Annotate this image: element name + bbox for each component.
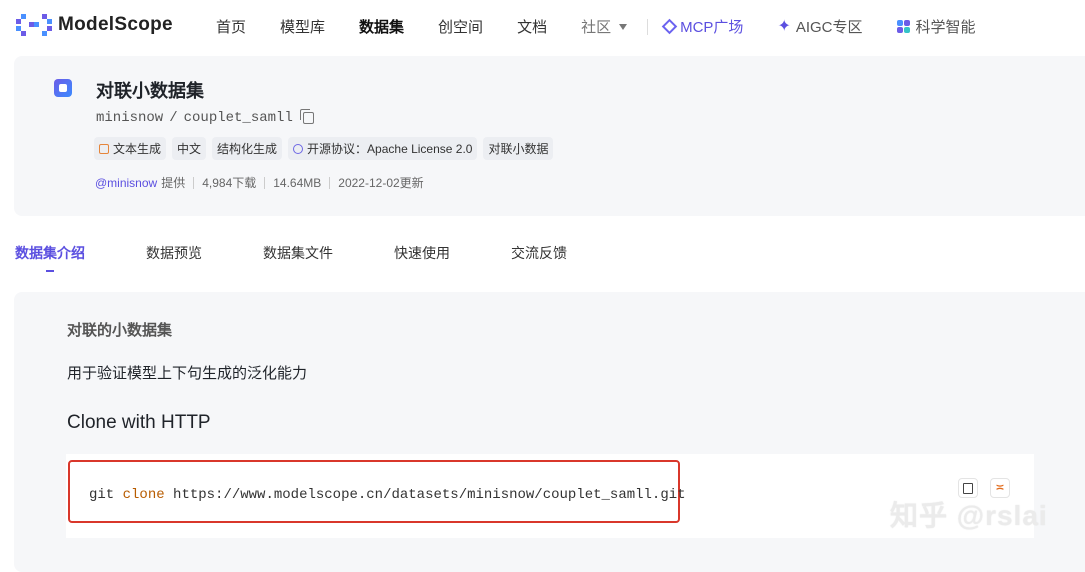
tab-preview[interactable]: 数据预览 <box>146 243 202 263</box>
readme-heading: 对联的小数据集 <box>67 322 173 339</box>
code-url: https://www.modelscope.cn/datasets/minis… <box>173 487 686 503</box>
tab-introduction[interactable]: 数据集介绍 <box>15 243 85 272</box>
clone-heading: Clone with HTTP <box>67 412 211 433</box>
meta-divider <box>264 176 266 189</box>
code-cmd: git <box>89 487 115 503</box>
author-link[interactable]: @minisnow <box>95 176 157 190</box>
tag-structured-generation[interactable]: 结构化生成 <box>212 137 283 160</box>
code-keyword: clone <box>122 487 165 503</box>
tag-label: 开源协议：Apache License 2.0 <box>307 142 473 156</box>
nav-item-mcp[interactable]: MCP广场 <box>661 16 744 37</box>
nav-item-science[interactable]: 科学智能 <box>896 16 976 37</box>
nav-community-label: 社区 <box>581 19 612 36</box>
watermark: 知乎 @rslai <box>890 500 1048 531</box>
meta-divider <box>193 176 195 189</box>
nav-divider <box>647 18 649 35</box>
code-block: git clone https://www.modelscope.cn/data… <box>66 454 1034 538</box>
tab-feedback[interactable]: 交流反馈 <box>511 243 567 263</box>
brand-name: ModelScope <box>58 14 173 35</box>
nav-item-home[interactable]: 首页 <box>216 16 246 37</box>
dataset-path: minisnow / couplet_samll <box>96 109 314 126</box>
tab-files[interactable]: 数据集文件 <box>263 243 333 263</box>
download-count: 4,984下载 <box>202 176 257 190</box>
copy-icon <box>963 482 973 494</box>
dataset-owner[interactable]: minisnow <box>96 110 163 126</box>
nav-item-docs[interactable]: 文档 <box>517 16 547 37</box>
tag-couplet[interactable]: 对联小数据 <box>483 137 554 160</box>
nav-science-label: 科学智能 <box>915 19 976 36</box>
clone-command[interactable]: git clone https://www.modelscope.cn/data… <box>89 487 686 503</box>
sparkle-icon: ✦ <box>777 17 791 35</box>
dataset-name: couplet_samll <box>183 110 293 126</box>
dataset-tags: 文本生成 中文 结构化生成 开源协议：Apache License 2.0 对联… <box>94 137 554 160</box>
science-icon <box>896 19 911 34</box>
wrap-lines-icon: ≍ <box>995 481 1005 494</box>
license-icon <box>293 143 304 154</box>
path-separator: / <box>169 110 178 126</box>
dataset-tabs: 数据集介绍 数据预览 数据集文件 快速使用 交流反馈 <box>15 243 628 272</box>
text-generation-icon <box>99 143 109 154</box>
dataset-meta: @minisnow 提供 4,984下载 14.64MB 2022-12-02更… <box>95 174 424 191</box>
tag-text-generation[interactable]: 文本生成 <box>94 137 167 160</box>
tag-chinese[interactable]: 中文 <box>172 137 207 160</box>
dataset-size: 14.64MB <box>273 175 322 190</box>
nav-item-studios[interactable]: 创空间 <box>438 16 483 37</box>
modelscope-logo-icon <box>16 13 52 37</box>
dataset-header-card: 对联小数据集 minisnow / couplet_samll 文本生成 中文 … <box>14 56 1085 216</box>
nav-item-datasets[interactable]: 数据集 <box>359 16 404 37</box>
meta-divider <box>329 176 331 189</box>
tag-label: 文本生成 <box>113 142 162 156</box>
readme-description: 用于验证模型上下句生成的泛化能力 <box>67 365 308 382</box>
dataset-title: 对联小数据集 <box>96 81 204 101</box>
nav-mcp-label: MCP广场 <box>680 19 744 36</box>
tab-quick-start[interactable]: 快速使用 <box>394 243 450 263</box>
updated-date: 2022-12-02更新 <box>338 176 424 190</box>
nav-item-aigc[interactable]: ✦ AIGC专区 <box>777 16 862 37</box>
nav-aigc-label: AIGC专区 <box>795 19 863 36</box>
main-nav: 首页 模型库 数据集 创空间 文档 社区 MCP广场 ✦ AIGC专区 科学智能 <box>216 16 1010 37</box>
top-nav: ModelScope 首页 模型库 数据集 创空间 文档 社区 MCP广场 ✦ … <box>0 0 1085 52</box>
nav-item-community[interactable]: 社区 <box>581 16 628 37</box>
copy-icon[interactable] <box>299 109 314 124</box>
caret-down-icon <box>619 23 628 30</box>
mcp-diamond-icon <box>661 18 678 35</box>
nav-item-models[interactable]: 模型库 <box>280 16 325 37</box>
modelscope-logo[interactable]: ModelScope <box>16 13 173 37</box>
provided-label: 提供 <box>161 176 186 190</box>
tag-license[interactable]: 开源协议：Apache License 2.0 <box>288 137 478 160</box>
dataset-icon <box>54 79 72 97</box>
